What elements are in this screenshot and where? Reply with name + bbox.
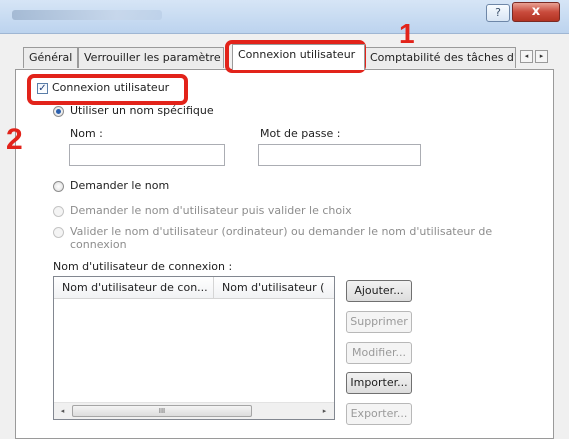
tab-scroll-right-icon[interactable]: ▸ [535,50,548,63]
scroll-thumb[interactable]: III [72,405,252,417]
horizontal-scrollbar[interactable]: ◂ III ▸ [54,402,334,419]
column-header-login-name[interactable]: Nom d'utilisateur de con... [54,277,214,299]
add-button[interactable]: Ajouter... [346,280,412,302]
step-2-badge: 2 [6,123,23,156]
tab-lock-settings[interactable]: Verrouiller les paramètre [78,47,224,68]
login-list-title: Nom d'utilisateur de connexion : [53,260,233,273]
radio-ask-name[interactable] [53,181,64,192]
tab-user-login[interactable]: Connexion utilisateur [232,44,365,70]
callout-highlight-checkbox [27,74,188,105]
export-button[interactable]: Exporter... [346,403,412,425]
radio-specific-name[interactable] [53,106,64,117]
tab-general[interactable]: Général [23,47,78,68]
import-button[interactable]: Importer... [346,372,412,394]
scroll-left-icon[interactable]: ◂ [54,403,71,419]
password-field[interactable] [258,144,421,166]
step-1-badge: 1 [399,18,415,49]
radio-validate-label-line2: connexion [70,238,127,251]
window-title-blurred [12,10,162,20]
login-name-list[interactable]: Nom d'utilisateur de con... Nom d'utilis… [53,276,335,420]
scroll-right-icon[interactable]: ▸ [316,403,333,419]
column-header-user-name[interactable]: Nom d'utilisateur ( [214,277,334,299]
delete-button[interactable]: Supprimer [346,311,412,333]
name-label: Nom : [70,127,103,140]
radio-ask-validate[interactable] [53,206,64,217]
password-label: Mot de passe : [260,127,341,140]
radio-ask-validate-label: Demander le nom d'utilisateur puis valid… [70,204,352,217]
modify-button[interactable]: Modifier... [346,342,412,364]
radio-validate-label-line1: Valider le nom d'utilisateur (ordinateur… [70,225,493,238]
tab-scroll-left-icon[interactable]: ◂ [520,50,533,63]
help-button[interactable]: ? [486,4,510,22]
tab-job-accounting[interactable]: Comptabilité des tâches d'i [364,47,516,68]
radio-specific-name-label: Utiliser un nom spécifique [70,104,214,117]
close-button[interactable]: x [512,2,560,22]
radio-validate[interactable] [53,227,64,238]
name-field[interactable] [69,144,225,166]
title-bar: ? x [0,0,569,34]
radio-ask-name-label: Demander le nom [70,179,170,192]
